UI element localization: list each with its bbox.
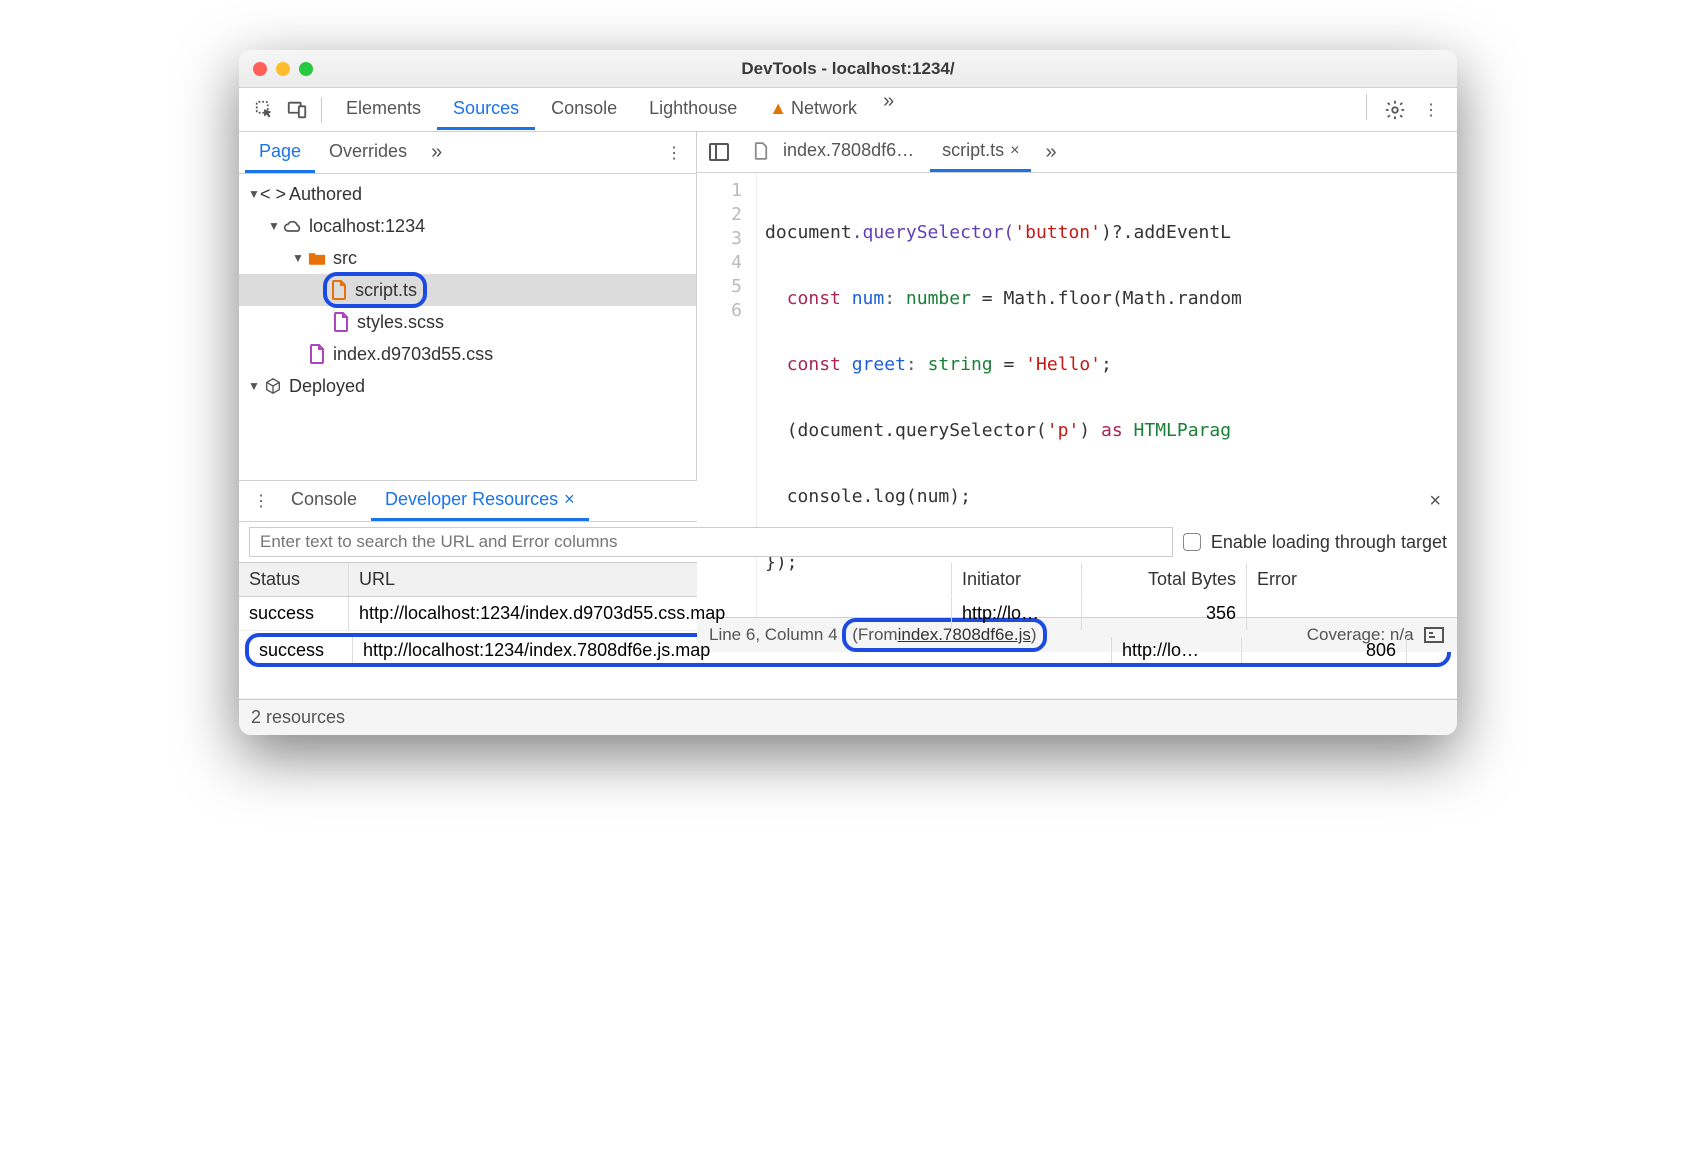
zoom-icon[interactable] — [299, 62, 313, 76]
more-page-tabs-icon[interactable]: » — [421, 141, 452, 164]
inspect-icon[interactable] — [249, 94, 281, 126]
tree-group-authored[interactable]: ▼< >Authored — [239, 178, 696, 210]
close-icon[interactable]: × — [1010, 142, 1019, 160]
tree-file-script[interactable]: script.ts — [239, 274, 696, 306]
close-icon[interactable] — [253, 62, 267, 76]
tab-console[interactable]: Console — [535, 90, 633, 130]
file-icon — [329, 280, 349, 300]
col-bytes[interactable]: Total Bytes — [1082, 563, 1247, 596]
kebab-icon[interactable]: ⋮ — [245, 485, 277, 517]
footer-status: 2 resources — [239, 699, 1457, 735]
close-icon[interactable]: × — [564, 489, 575, 510]
window-title: DevTools - localhost:1234/ — [239, 59, 1457, 79]
more-tabs-icon[interactable]: » — [873, 90, 904, 130]
editor-pane: index.7808df6… script.ts × » 123456 docu… — [697, 132, 1457, 480]
tree-group-deployed[interactable]: ▼Deployed — [239, 370, 696, 402]
tree-file-indexcss[interactable]: index.d9703d55.css — [239, 338, 696, 370]
cloud-icon — [283, 216, 303, 236]
device-toggle-icon[interactable] — [281, 94, 313, 126]
table-header[interactable]: Status URL Initiator Total Bytes Error — [239, 563, 1457, 597]
file-icon — [751, 141, 771, 161]
table-row[interactable]: success http://localhost:1234/index.d970… — [239, 597, 1457, 631]
titlebar: DevTools - localhost:1234/ — [239, 50, 1457, 88]
toggle-navigator-icon[interactable] — [703, 136, 735, 168]
enable-target-checkbox[interactable] — [1183, 533, 1201, 551]
more-editor-tabs-icon[interactable]: » — [1035, 141, 1066, 164]
tab-elements[interactable]: Elements — [330, 90, 437, 130]
folder-icon — [307, 248, 327, 268]
navigator-pane: Page Overrides » ⋮ ▼< >Authored ▼localho… — [239, 132, 697, 480]
devtools-window: DevTools - localhost:1234/ Elements Sour… — [239, 50, 1457, 735]
cube-icon — [263, 376, 283, 396]
search-input[interactable] — [249, 527, 1173, 557]
minimize-icon[interactable] — [276, 62, 290, 76]
drawer-tab-devres[interactable]: Developer Resources× — [371, 481, 589, 521]
tree-file-styles[interactable]: styles.scss — [239, 306, 696, 338]
file-icon — [307, 344, 327, 364]
table-row — [239, 669, 1457, 699]
tab-overrides[interactable]: Overrides — [315, 133, 421, 173]
table-row[interactable]: success http://localhost:1234/index.7808… — [245, 633, 1451, 667]
tab-network[interactable]: ▲Network — [753, 90, 873, 130]
drawer-tab-console[interactable]: Console — [277, 481, 371, 521]
tab-page[interactable]: Page — [245, 133, 315, 173]
tree-folder-src[interactable]: ▼src — [239, 242, 696, 274]
tree-domain[interactable]: ▼localhost:1234 — [239, 210, 696, 242]
editor-tab-index[interactable]: index.7808df6… — [739, 132, 926, 172]
warning-icon: ▲ — [769, 98, 787, 119]
col-url[interactable]: URL — [349, 563, 952, 596]
main-tabbar: Elements Sources Console Lighthouse ▲Net… — [239, 88, 1457, 132]
file-tree: ▼< >Authored ▼localhost:1234 ▼src script… — [239, 174, 696, 480]
col-initiator[interactable]: Initiator — [952, 563, 1082, 596]
enable-target-label: Enable loading through target — [1211, 532, 1447, 553]
kebab-icon[interactable]: ⋮ — [1415, 94, 1447, 126]
file-icon — [331, 312, 351, 332]
col-status[interactable]: Status — [239, 563, 349, 596]
col-error[interactable]: Error — [1247, 563, 1457, 596]
tab-lighthouse[interactable]: Lighthouse — [633, 90, 753, 130]
tab-sources[interactable]: Sources — [437, 90, 535, 130]
close-icon[interactable]: × — [1419, 490, 1451, 513]
code-icon: < > — [263, 184, 283, 204]
gear-icon[interactable] — [1379, 94, 1411, 126]
editor-tab-script[interactable]: script.ts × — [930, 132, 1031, 172]
kebab-icon[interactable]: ⋮ — [658, 137, 690, 169]
